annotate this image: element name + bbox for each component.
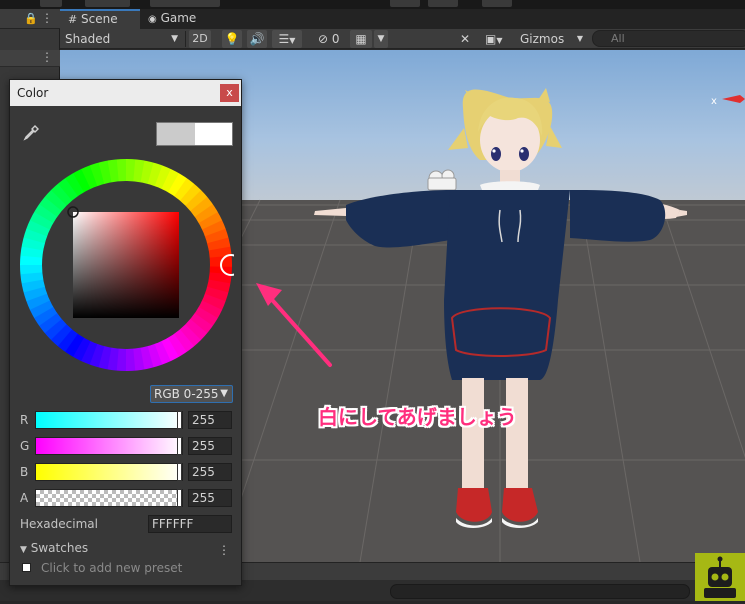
annotation-arrow-head bbox=[256, 283, 282, 306]
annotation-arrow-shaft bbox=[264, 291, 332, 367]
annotation-overlay bbox=[256, 283, 332, 367]
annotation-text: 白にしてあげましょう bbox=[318, 405, 517, 429]
